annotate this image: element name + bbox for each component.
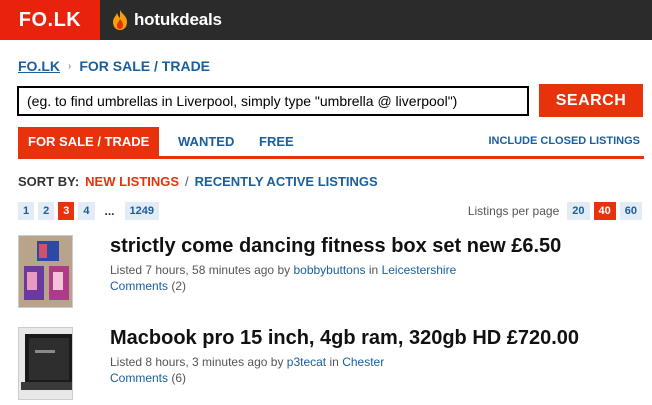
listing-user-link[interactable]: p3tecat xyxy=(287,355,326,369)
comments-link[interactable]: Comments xyxy=(110,371,168,385)
sort-options: SORT BY: NEW LISTINGS / RECENTLY ACTIVE … xyxy=(18,174,378,189)
sort-new-listings[interactable]: NEW LISTINGS xyxy=(85,174,179,189)
listing-meta: Listed 8 hours, 3 minutes ago by p3tecat… xyxy=(110,355,384,369)
breadcrumb-separator-icon: › xyxy=(68,60,72,72)
listing-comments: Comments (2) xyxy=(110,279,186,293)
flame-icon xyxy=(113,10,127,30)
search-input[interactable] xyxy=(17,86,529,116)
breadcrumb-home-link[interactable]: FO.LK xyxy=(18,58,60,74)
sort-recently-active[interactable]: RECENTLY ACTIVE LISTINGS xyxy=(195,174,378,189)
hotukdeals-logo[interactable]: hotukdeals xyxy=(110,8,222,32)
per-page-option[interactable]: 60 xyxy=(619,202,642,220)
page-link[interactable]: 2 xyxy=(38,202,55,220)
comments-count: (2) xyxy=(171,279,187,293)
listing-thumbnail[interactable] xyxy=(18,235,73,308)
hotukdeals-wordmark: hotukdeals xyxy=(134,10,222,29)
page-link[interactable]: 1 xyxy=(18,202,35,220)
listing-meta: Listed 7 hours, 58 minutes ago by bobbyb… xyxy=(110,263,456,277)
breadcrumb: FO.LK › FOR SALE / TRADE xyxy=(18,58,210,74)
tab-for-sale-trade[interactable]: FOR SALE / TRADE xyxy=(18,127,160,156)
listing-title[interactable]: strictly come dancing fitness box set ne… xyxy=(110,235,561,258)
top-bar: FO.LK hotukdeals xyxy=(0,0,652,40)
listing-location-link[interactable]: Chester xyxy=(342,355,384,369)
comments-count: (6) xyxy=(171,371,187,385)
listing-in-word: in xyxy=(329,355,339,369)
listing-title[interactable]: Macbook pro 15 inch, 4gb ram, 320gb HD £… xyxy=(110,327,579,350)
search-button[interactable]: SEARCH xyxy=(539,84,643,117)
listing-item: Macbook pro 15 inch, 4gb ram, 320gb HD £… xyxy=(18,327,644,405)
per-page-option[interactable]: 20 xyxy=(567,202,590,220)
listing-type-tabs: FOR SALE / TRADE WANTED FREE INCLUDE CLO… xyxy=(18,127,644,159)
comments-link[interactable]: Comments xyxy=(110,279,168,293)
listing-thumbnail[interactable] xyxy=(18,327,73,400)
listing-in-word: in xyxy=(368,263,379,277)
per-page-label: Listings per page xyxy=(467,204,560,218)
pagination: 1 2 3 4 ... 1249 xyxy=(18,202,159,220)
pagination-ellipsis: ... xyxy=(104,204,115,218)
listing-item: strictly come dancing fitness box set ne… xyxy=(18,235,644,315)
listing-location-link[interactable]: Leicestershire xyxy=(382,263,457,277)
per-page-option-current[interactable]: 40 xyxy=(593,202,616,220)
listing-user-link[interactable]: bobbybuttons xyxy=(293,263,365,277)
folk-logo[interactable]: FO.LK xyxy=(0,0,100,40)
tab-wanted[interactable]: WANTED xyxy=(178,127,234,156)
listing-comments: Comments (6) xyxy=(110,371,186,385)
breadcrumb-current-link[interactable]: FOR SALE / TRADE xyxy=(79,58,210,74)
listings-per-page: Listings per page 20 40 60 xyxy=(468,202,642,220)
include-closed-listings-link[interactable]: INCLUDE CLOSED LISTINGS xyxy=(488,127,640,156)
listed-time: Listed 8 hours, 3 minutes ago by xyxy=(110,355,284,369)
page-link-current[interactable]: 3 xyxy=(58,202,75,220)
tab-free[interactable]: FREE xyxy=(259,127,294,156)
page-link-last[interactable]: 1249 xyxy=(124,202,159,220)
listed-time: Listed 7 hours, 58 minutes ago by xyxy=(110,263,291,277)
sort-separator: / xyxy=(185,174,189,189)
page-link[interactable]: 4 xyxy=(78,202,95,220)
sort-label: SORT BY: xyxy=(18,174,80,189)
